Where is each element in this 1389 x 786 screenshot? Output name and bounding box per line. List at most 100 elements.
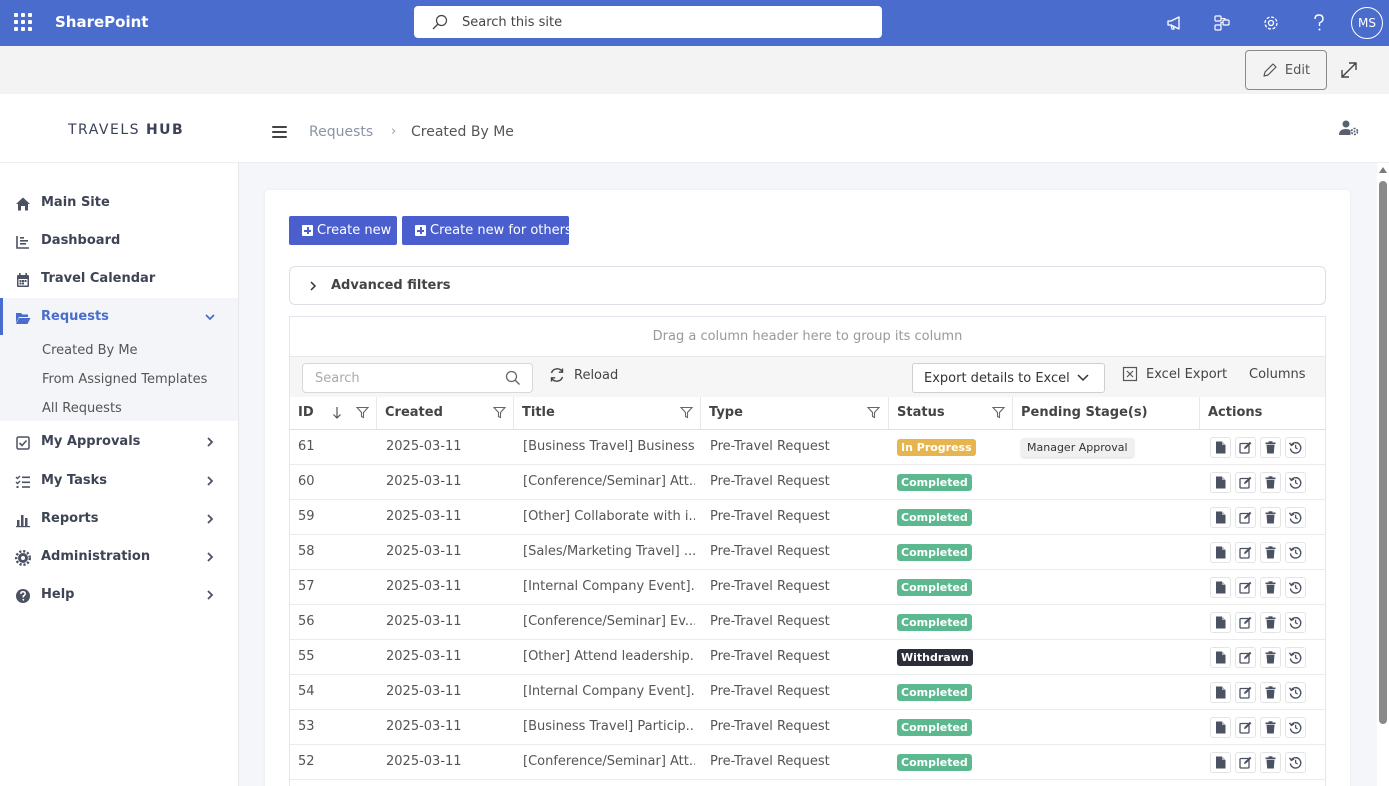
document-icon[interactable]: [1210, 507, 1231, 528]
trash-icon[interactable]: [1260, 542, 1281, 563]
edit-icon[interactable]: [1235, 542, 1256, 563]
submenu-created-by-me[interactable]: Created By Me: [42, 343, 138, 358]
column-header-pending-stages[interactable]: Pending Stage(s): [1013, 397, 1200, 430]
filter-icon[interactable]: [680, 406, 693, 419]
history-icon[interactable]: [1285, 717, 1306, 738]
table-row[interactable]: 54 2025-03-11 [Internal Company Event]... P…: [290, 675, 1325, 710]
group-panel[interactable]: Drag a column header here to group its c…: [290, 317, 1325, 357]
column-header-status[interactable]: Status: [889, 397, 1013, 430]
history-icon[interactable]: [1285, 577, 1306, 598]
advanced-filters-panel[interactable]: Advanced filters: [289, 266, 1326, 305]
trash-icon[interactable]: [1260, 647, 1281, 668]
trash-icon[interactable]: [1260, 472, 1281, 493]
site-search-box[interactable]: Search this site: [414, 6, 882, 38]
document-icon[interactable]: [1210, 542, 1231, 563]
sidebar-item-reports[interactable]: Reports: [0, 500, 238, 538]
sidebar-item-administration[interactable]: Administration: [0, 538, 238, 576]
document-icon[interactable]: [1210, 612, 1231, 633]
cell-title[interactable]: [Conference/Seminar] Att...: [523, 754, 695, 769]
table-row[interactable]: 53 2025-03-11 [Business Travel] Particip..…: [290, 710, 1325, 745]
column-header-title[interactable]: Title: [514, 397, 701, 430]
table-row[interactable]: 55 2025-03-11 [Other] Attend leadership...…: [290, 640, 1325, 675]
cell-title[interactable]: [Internal Company Event]...: [523, 579, 695, 594]
user-avatar[interactable]: MS: [1351, 7, 1383, 39]
scroll-up-arrow[interactable]: [1379, 167, 1387, 173]
edit-icon[interactable]: [1235, 752, 1256, 773]
trash-icon[interactable]: [1260, 682, 1281, 703]
trash-icon[interactable]: [1260, 577, 1281, 598]
cell-title[interactable]: [Sales/Marketing Travel] ...: [523, 544, 695, 559]
flow-icon[interactable]: [1210, 11, 1234, 35]
document-icon[interactable]: [1210, 577, 1231, 598]
expand-icon[interactable]: [1338, 59, 1360, 81]
sidebar-item-my-tasks[interactable]: My Tasks: [0, 462, 238, 500]
table-row[interactable]: 56 2025-03-11 [Conference/Seminar] Ev... Pr…: [290, 605, 1325, 640]
cell-title[interactable]: [Conference/Seminar] Ev...: [523, 614, 695, 629]
app-launcher-icon[interactable]: [14, 13, 32, 31]
trash-icon[interactable]: [1260, 507, 1281, 528]
edit-icon[interactable]: [1235, 437, 1256, 458]
history-icon[interactable]: [1285, 612, 1306, 633]
document-icon[interactable]: [1210, 472, 1231, 493]
cell-title[interactable]: [Internal Company Event]...: [523, 684, 695, 699]
filter-icon[interactable]: [356, 406, 369, 419]
edit-icon[interactable]: [1235, 507, 1256, 528]
document-icon[interactable]: [1210, 647, 1231, 668]
filter-icon[interactable]: [992, 406, 1005, 419]
sidebar-item-dashboard[interactable]: Dashboard: [0, 222, 238, 260]
history-icon[interactable]: [1285, 437, 1306, 458]
brand-label[interactable]: SharePoint: [55, 13, 148, 31]
history-icon[interactable]: [1285, 682, 1306, 703]
user-settings-icon[interactable]: [1339, 119, 1359, 137]
table-row[interactable]: 52 2025-03-11 [Conference/Seminar] Att... P…: [290, 745, 1325, 780]
edit-icon[interactable]: [1235, 682, 1256, 703]
table-row[interactable]: 60 2025-03-11 [Conference/Seminar] Att... P…: [290, 465, 1325, 500]
help-question-icon[interactable]: [1307, 11, 1331, 35]
table-row[interactable]: 61 2025-03-11 [Business Travel] Business..…: [290, 430, 1325, 465]
edit-icon[interactable]: [1235, 647, 1256, 668]
document-icon[interactable]: [1210, 437, 1231, 458]
sidebar-item-main-site[interactable]: Main Site: [0, 184, 238, 222]
scroll-thumb[interactable]: [1379, 181, 1387, 724]
breadcrumb-requests[interactable]: Requests: [309, 124, 373, 140]
export-details-dropdown[interactable]: Export details to Excel: [912, 363, 1105, 393]
document-icon[interactable]: [1210, 682, 1231, 703]
cell-title[interactable]: [Business Travel] Business...: [523, 439, 695, 454]
column-header-created[interactable]: Created: [377, 397, 514, 430]
edit-icon[interactable]: [1235, 577, 1256, 598]
history-icon[interactable]: [1285, 647, 1306, 668]
search-placeholder[interactable]: Search this site: [462, 15, 562, 30]
filter-icon[interactable]: [493, 406, 506, 419]
sidebar-item-help[interactable]: Help: [0, 576, 238, 614]
table-row[interactable]: 59 2025-03-11 [Other] Collaborate with i..…: [290, 500, 1325, 535]
column-header-type[interactable]: Type: [701, 397, 889, 430]
grid-search-input[interactable]: Search: [302, 363, 533, 393]
history-icon[interactable]: [1285, 752, 1306, 773]
column-header-id[interactable]: ID: [290, 397, 377, 430]
edit-button[interactable]: Edit: [1245, 50, 1327, 90]
history-icon[interactable]: [1285, 542, 1306, 563]
sidebar-item-travel-calendar[interactable]: Travel Calendar: [0, 260, 238, 298]
cell-title[interactable]: [Other] Collaborate with i...: [523, 509, 695, 524]
edit-icon[interactable]: [1235, 717, 1256, 738]
hamburger-menu-icon[interactable]: [272, 126, 287, 138]
document-icon[interactable]: [1210, 717, 1231, 738]
excel-export-button[interactable]: Excel Export: [1122, 366, 1227, 382]
create-new-button[interactable]: Create new: [289, 216, 397, 245]
filter-icon[interactable]: [867, 406, 880, 419]
history-icon[interactable]: [1285, 507, 1306, 528]
vertical-scrollbar[interactable]: [1377, 163, 1389, 786]
trash-icon[interactable]: [1260, 717, 1281, 738]
sidebar-item-requests[interactable]: Requests: [0, 298, 238, 336]
table-row[interactable]: 57 2025-03-11 [Internal Company Event]... P…: [290, 570, 1325, 605]
trash-icon[interactable]: [1260, 752, 1281, 773]
edit-icon[interactable]: [1235, 472, 1256, 493]
submenu-all-requests[interactable]: All Requests: [42, 401, 122, 416]
table-row[interactable]: 58 2025-03-11 [Sales/Marketing Travel] ...…: [290, 535, 1325, 570]
cell-title[interactable]: [Conference/Seminar] Att...: [523, 474, 695, 489]
columns-button[interactable]: Columns: [1249, 367, 1306, 382]
sidebar-item-my-approvals[interactable]: My Approvals: [0, 423, 238, 461]
create-new-for-others-button[interactable]: Create new for others: [402, 216, 572, 245]
settings-icon[interactable]: [1259, 11, 1283, 35]
sort-descending-icon[interactable]: [332, 406, 342, 420]
